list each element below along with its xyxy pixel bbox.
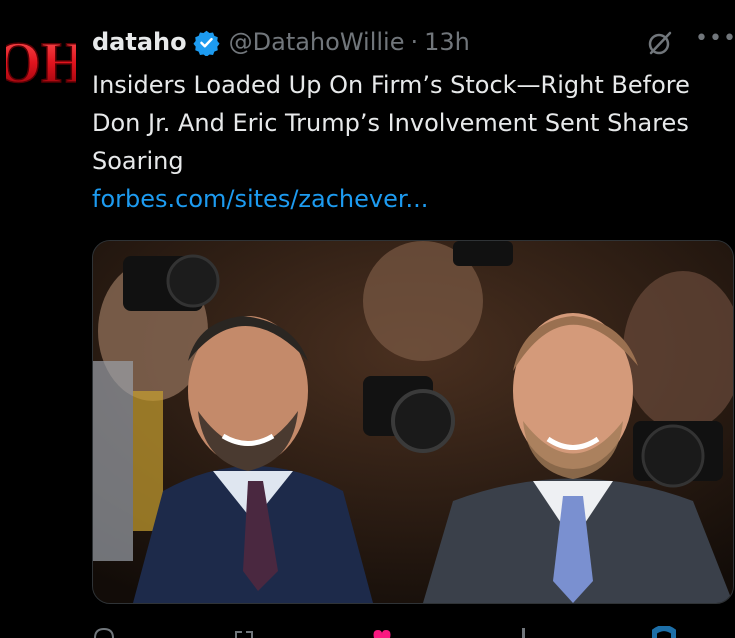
reply-icon[interactable]	[92, 626, 116, 638]
tweet-media-image[interactable]	[92, 240, 734, 604]
views-icon[interactable]	[512, 626, 536, 638]
user-handle[interactable]: @DatahoWillie	[229, 28, 405, 56]
action-bar	[92, 626, 732, 638]
display-name[interactable]: dataho	[92, 28, 187, 56]
avatar-logo-text: OH	[6, 30, 76, 95]
separator-dot: ·	[410, 28, 419, 56]
more-icon[interactable]: •••	[695, 26, 735, 56]
article-link[interactable]: forbes.com/sites/zachever...	[92, 181, 428, 217]
timestamp[interactable]: 13h	[424, 28, 470, 56]
like-icon[interactable]	[370, 626, 394, 638]
tweet-header: dataho @DatahoWillie · 13h •••	[92, 24, 735, 60]
tweet-text: Insiders Loaded Up On Firm’s Stock—Right…	[92, 71, 690, 175]
share-icon[interactable]	[652, 626, 676, 638]
retweet-icon[interactable]	[232, 626, 256, 638]
avatar[interactable]: OH	[0, 24, 87, 96]
verified-badge-icon	[193, 30, 220, 56]
grok-icon[interactable]	[645, 28, 675, 58]
